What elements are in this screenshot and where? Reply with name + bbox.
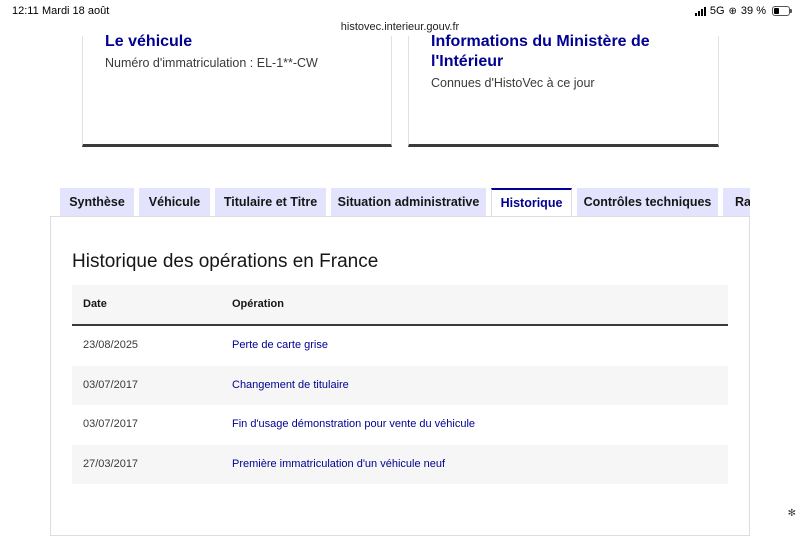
ministry-card-subtitle: Connues d'HistoVec à ce jour bbox=[431, 76, 595, 90]
ministry-card-title: Informations du Ministère de l'Intérieur bbox=[431, 33, 650, 70]
row-operation-link[interactable]: Changement de titulaire bbox=[232, 379, 349, 391]
tab-bar: Synthèse Véhicule Titulaire et Titre Sit… bbox=[60, 188, 750, 217]
tab-historique[interactable]: Historique bbox=[491, 188, 572, 217]
cellular-signal-icon bbox=[694, 6, 706, 16]
table-row: 03/07/2017 Changement de titulaire bbox=[72, 365, 728, 405]
row-date: 03/07/2017 bbox=[83, 378, 139, 391]
table-row: 23/08/2025 Perte de carte grise bbox=[72, 326, 728, 366]
battery-fill bbox=[774, 8, 780, 14]
row-operation-link[interactable]: Fin d'usage démonstration pour vente du … bbox=[232, 418, 475, 430]
row-date: 23/08/2025 bbox=[83, 339, 139, 351]
row-operation-link[interactable]: Perte de carte grise bbox=[232, 339, 328, 351]
column-header-date: Date bbox=[83, 298, 107, 310]
tab-rapport[interactable]: Rap bbox=[723, 188, 750, 217]
row-date: 27/03/2017 bbox=[83, 457, 139, 470]
table-header: Date Opération bbox=[72, 285, 728, 326]
tab-situation-administrative[interactable]: Situation administrative bbox=[331, 188, 486, 217]
tab-vehicule[interactable]: Véhicule bbox=[139, 188, 210, 217]
row-date: 03/07/2017 bbox=[83, 418, 139, 430]
vehicle-card: Le véhicule Numéro d'immatriculation : E… bbox=[82, 33, 392, 147]
tab-controles-techniques[interactable]: Contrôles techniques bbox=[577, 188, 718, 217]
history-title: Historique des opérations en France bbox=[72, 251, 379, 272]
tab-synthese[interactable]: Synthèse bbox=[60, 188, 134, 217]
ministry-card: Informations du Ministère de l'Intérieur… bbox=[408, 33, 719, 147]
vehicle-card-title: Le véhicule bbox=[105, 33, 193, 50]
location-icon: ⊕ bbox=[728, 5, 737, 17]
tab-titulaire-et-titre[interactable]: Titulaire et Titre bbox=[215, 188, 326, 217]
row-operation-link[interactable]: Première immatriculation d'un véhicule n… bbox=[232, 458, 445, 470]
status-date: Mardi 18 août bbox=[42, 5, 110, 17]
registration-number: Numéro d'immatriculation : EL-1**-CW bbox=[105, 56, 318, 70]
battery-icon bbox=[772, 6, 792, 16]
table-row: 03/07/2017 Fin d'usage démonstration pou… bbox=[72, 405, 728, 445]
network-type: 5G bbox=[709, 5, 725, 17]
status-indicators: 5G ⊕ 39 % bbox=[694, 5, 792, 17]
column-header-operation: Opération bbox=[232, 298, 284, 310]
history-table: Date Opération 23/08/2025 Perte de carte… bbox=[72, 285, 728, 484]
status-time: 12:11 bbox=[12, 5, 39, 17]
battery-percent: 39 % bbox=[740, 5, 766, 17]
table-row: 27/03/2017 Première immatriculation d'un… bbox=[72, 444, 728, 484]
loading-spinner-icon: ✻ bbox=[787, 508, 796, 519]
